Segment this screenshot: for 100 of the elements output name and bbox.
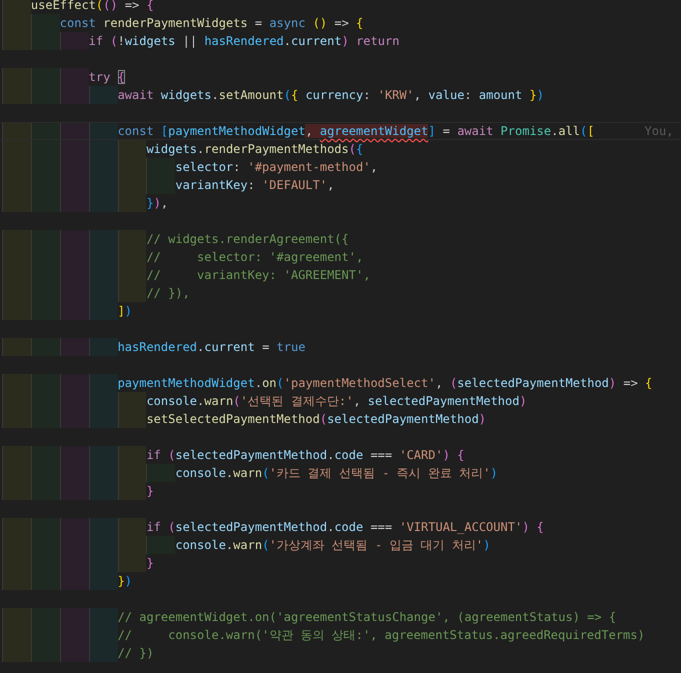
indent-guide	[88, 608, 118, 626]
indent-guide	[2, 608, 31, 626]
code-line: console.warn('선택된 결제수단:', selectedPaymentMethod)	[146, 393, 527, 410]
indent-guide	[146, 464, 176, 482]
indent-guide	[60, 518, 89, 536]
indent-guide	[2, 0, 31, 14]
indent-guide	[60, 32, 89, 50]
code-line: // })	[118, 645, 154, 662]
indent-guide	[2, 230, 31, 248]
indent-guide	[88, 644, 118, 662]
indent-guide	[118, 554, 146, 572]
indent-guide	[30, 123, 60, 139]
indent-guide	[60, 482, 89, 500]
code-line: if (selectedPaymentMethod.code === 'CARD') {	[146, 447, 464, 464]
indent-guide	[30, 410, 60, 428]
indent-guide	[2, 338, 31, 356]
indent-guide	[30, 608, 60, 626]
indent-guide	[2, 123, 31, 139]
indent-guide	[60, 446, 89, 464]
code-line: setSelectedPaymentMethod(selectedPaymentMethod)	[146, 411, 486, 428]
indent-guide	[88, 86, 118, 104]
indent-guide	[30, 32, 60, 50]
indent-guide	[118, 518, 146, 536]
indent-guide	[118, 392, 146, 410]
indent-guide	[60, 68, 89, 86]
indent-guide	[88, 230, 118, 248]
indent-guide	[30, 338, 60, 356]
indent-guide	[88, 302, 118, 320]
indent-guide	[60, 230, 89, 248]
indent-guide	[60, 194, 89, 212]
indent-guide	[2, 644, 31, 662]
code-line: console.warn('카드 결제 선택됨 - 즉시 완료 처리')	[175, 465, 498, 482]
code-line: console.warn('가상계좌 선택됨 - 입금 대기 처리')	[175, 537, 490, 554]
indent-guide	[2, 194, 31, 212]
indent-guide	[60, 123, 89, 139]
indent-guide	[30, 194, 60, 212]
code-line: // agreementWidget.on('agreementStatusChange', (agreementStatus) => {	[118, 609, 616, 626]
code-line: ])	[118, 303, 132, 320]
code-line: if (!widgets || hasRendered.current) return	[88, 33, 400, 50]
indent-guide	[30, 230, 60, 248]
indent-guide	[88, 194, 118, 212]
code-line: await widgets.setAmount({ currency: 'KRW', value: amount })	[118, 87, 544, 104]
code-line: // }),	[146, 285, 190, 302]
indent-guide	[146, 176, 176, 194]
indent-guide	[88, 140, 118, 158]
indent-guide	[30, 14, 60, 32]
indent-guide	[60, 86, 89, 104]
code-line: hasRendered.current = true	[118, 339, 306, 356]
code-line: widgets.renderPaymentMethods({	[146, 141, 364, 158]
indent-guide	[2, 374, 31, 392]
indent-guide	[88, 338, 118, 356]
code-line: if (selectedPaymentMethod.code === 'VIRTUAL_ACCOUNT') {	[146, 519, 544, 536]
indent-guide	[30, 572, 60, 590]
code-line: try {	[88, 69, 125, 86]
indent-guide	[30, 140, 60, 158]
indent-guide	[30, 482, 60, 500]
indent-guide	[30, 446, 60, 464]
indent-guide	[2, 86, 31, 104]
indent-guide	[2, 140, 31, 158]
code-line: }	[146, 483, 154, 500]
indent-guide	[2, 302, 31, 320]
indent-guide	[118, 230, 146, 248]
indent-guide	[2, 446, 31, 464]
indent-guide	[2, 572, 31, 590]
indent-guide	[60, 338, 89, 356]
indent-guide	[118, 410, 146, 428]
indent-guide	[88, 123, 118, 139]
indent-guide	[118, 482, 146, 500]
indent-guide	[30, 374, 60, 392]
code-line: paymentMethodWidget.on('paymentMethodSelect', (selectedPaymentMethod) => {	[118, 375, 652, 392]
indent-guide	[88, 572, 118, 590]
indent-guide	[118, 194, 146, 212]
indent-guide	[60, 410, 89, 428]
indent-guide	[60, 374, 89, 392]
code-line: }),	[146, 195, 168, 212]
indent-guide	[88, 410, 118, 428]
code-line: // widgets.renderAgreement({	[146, 231, 349, 248]
code-line: })	[118, 573, 132, 590]
indent-guide	[60, 608, 89, 626]
blame-annotation: You,	[644, 123, 674, 139]
indent-guide	[2, 68, 31, 86]
indent-guide	[30, 68, 60, 86]
indent-guide	[146, 536, 176, 554]
code-line: // variantKey: 'AGREEMENT',	[146, 267, 370, 284]
indent-guide	[88, 446, 118, 464]
code-line: useEffect(() => {	[30, 0, 154, 14]
code-line: const renderPaymentWidgets = async () => {	[60, 15, 364, 32]
indent-guide	[88, 518, 118, 536]
indent-guide	[118, 140, 146, 158]
indent-guide	[60, 644, 89, 662]
code-line: selector: '#payment-method',	[175, 159, 378, 176]
indent-guide	[30, 644, 60, 662]
indent-guide	[118, 284, 146, 302]
indent-guide	[2, 482, 31, 500]
code-line: const [paymentMethodWidget, agreementWidget] = await Promise.all([	[118, 123, 595, 139]
code-line: variantKey: 'DEFAULT',	[175, 177, 334, 194]
indent-guide	[30, 302, 60, 320]
indent-guide	[146, 158, 176, 176]
code-line: }	[146, 555, 154, 572]
indent-guide	[88, 482, 118, 500]
